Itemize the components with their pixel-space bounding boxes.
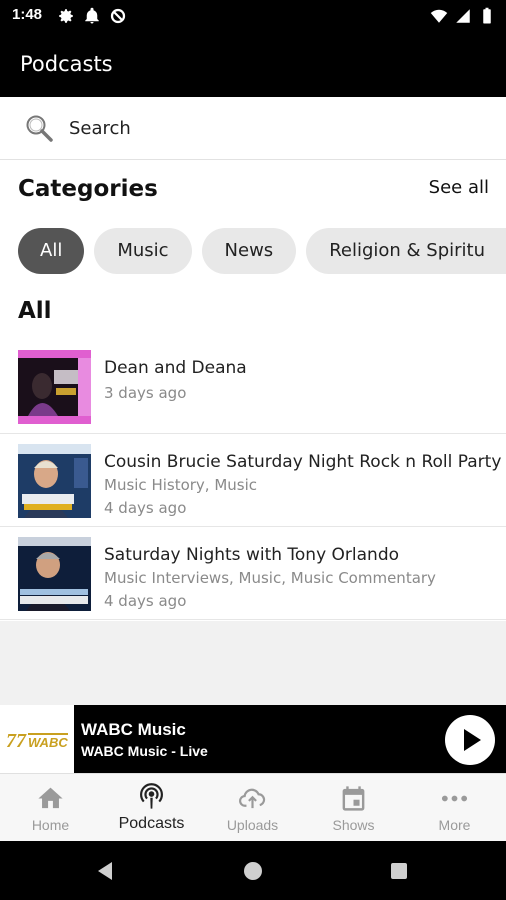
recents-icon[interactable] xyxy=(387,859,411,883)
calendar-icon xyxy=(342,786,365,811)
podcast-date: 4 days ago xyxy=(104,499,187,517)
podcast-title: Dean and Deana xyxy=(104,358,247,378)
nav-label: Home xyxy=(31,817,70,833)
svg-text:77: 77 xyxy=(6,730,27,752)
list-item[interactable]: Dean and Deana 3 days ago xyxy=(0,340,506,434)
chip-music[interactable]: Music xyxy=(94,228,192,274)
nav-label: Podcasts xyxy=(118,815,185,832)
search-input[interactable]: Search xyxy=(69,118,131,139)
status-bar: 1:48 xyxy=(0,0,506,32)
nav-label: More xyxy=(438,817,471,833)
system-navigation-bar xyxy=(0,841,506,900)
station-logo: 77 WABC xyxy=(0,705,74,773)
app-bar: Podcasts xyxy=(0,32,506,97)
section-heading: All xyxy=(18,298,52,324)
bottom-navigation: Home Podcasts Uploads Shows More xyxy=(0,773,506,841)
list-item[interactable]: Cousin Brucie Saturday Night Rock n Roll… xyxy=(0,434,506,527)
nav-uploads[interactable]: Uploads xyxy=(202,774,303,842)
search-bar[interactable]: Search xyxy=(0,97,506,160)
podcast-artwork xyxy=(18,537,91,611)
play-icon xyxy=(464,729,481,751)
battery-icon xyxy=(483,7,491,24)
cloud-upload-icon xyxy=(239,788,266,809)
nav-label: Uploads xyxy=(226,817,279,833)
mini-player[interactable]: 77 WABC WABC Music WABC Music - Live xyxy=(0,705,506,773)
podcast-date: 3 days ago xyxy=(104,384,187,402)
svg-text:WABC: WABC xyxy=(28,735,68,750)
play-button[interactable] xyxy=(445,715,495,765)
search-icon xyxy=(26,115,53,142)
nav-shows[interactable]: Shows xyxy=(303,774,404,842)
list-item[interactable]: Saturday Nights with Tony Orlando Music … xyxy=(0,527,506,620)
back-icon[interactable] xyxy=(94,859,118,883)
categories-heading: Categories xyxy=(18,176,158,202)
podcast-artwork xyxy=(18,444,91,518)
status-time: 1:48 xyxy=(12,6,43,23)
chip-religion-spirituality[interactable]: Religion & Spiritu xyxy=(306,228,506,274)
nav-more[interactable]: More xyxy=(404,774,505,842)
chip-all[interactable]: All xyxy=(18,228,85,274)
nav-home[interactable]: Home xyxy=(0,774,101,842)
settings-icon xyxy=(59,9,73,23)
nav-podcasts[interactable]: Podcasts xyxy=(101,774,202,842)
see-all-link[interactable]: See all xyxy=(429,177,489,198)
podcast-icon xyxy=(140,783,163,809)
notification-bell-icon xyxy=(85,7,99,24)
wifi-icon xyxy=(430,9,448,23)
podcast-title: Saturday Nights with Tony Orlando xyxy=(104,545,400,565)
home-icon xyxy=(38,787,63,809)
podcast-title: Cousin Brucie Saturday Night Rock n Roll… xyxy=(104,452,502,472)
cell-signal-icon xyxy=(456,9,470,23)
nav-label: Shows xyxy=(332,817,375,833)
category-chips: All Music News Religion & Spiritu xyxy=(18,228,506,274)
now-playing-subtitle: WABC Music - Live xyxy=(81,743,208,759)
now-playing-title: WABC Music xyxy=(81,720,186,739)
podcast-artwork xyxy=(18,350,91,424)
more-icon xyxy=(441,795,468,802)
data-saver-icon xyxy=(110,8,126,24)
podcast-date: 4 days ago xyxy=(104,592,187,610)
podcast-list: Dean and Deana 3 days ago Cousin Brucie … xyxy=(0,340,506,620)
empty-area xyxy=(0,621,506,705)
page-title: Podcasts xyxy=(20,52,113,76)
podcast-categories: Music History, Music xyxy=(104,476,258,494)
podcast-categories: Music Interviews, Music, Music Commentar… xyxy=(104,569,436,587)
chip-news[interactable]: News xyxy=(201,228,297,274)
home-circle-icon[interactable] xyxy=(241,859,265,883)
